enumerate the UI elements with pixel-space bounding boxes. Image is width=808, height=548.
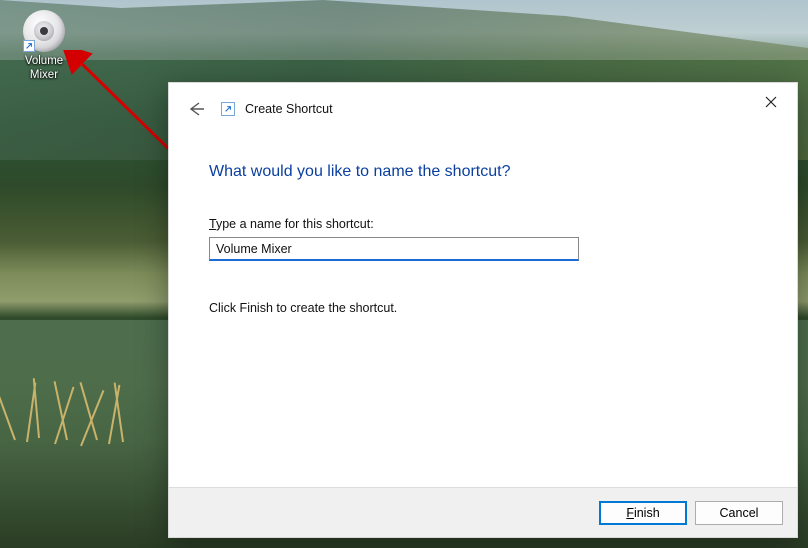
dialog-body: What would you like to name the shortcut…: [169, 135, 797, 487]
desktop-shortcut-volume-mixer[interactable]: Volume Mixer: [16, 10, 72, 82]
shortcut-name-label: Type a name for this shortcut:: [209, 217, 757, 231]
desktop: Volume Mixer Create Shortcut What would: [0, 0, 808, 548]
finish-button[interactable]: Finish: [599, 501, 687, 525]
shortcut-arrow-overlay-icon: [23, 40, 35, 52]
dialog-help-text: Click Finish to create the shortcut.: [209, 301, 757, 315]
close-button[interactable]: [751, 87, 791, 117]
dialog-footer: Finish Cancel: [169, 487, 797, 537]
dialog-title: Create Shortcut: [245, 102, 333, 116]
cancel-button[interactable]: Cancel: [695, 501, 783, 525]
desktop-shortcut-label: Volume Mixer: [25, 54, 63, 82]
dialog-header: Create Shortcut: [169, 83, 797, 135]
create-shortcut-dialog: Create Shortcut What would you like to n…: [168, 82, 798, 538]
back-button[interactable]: [187, 99, 207, 119]
volume-speaker-icon: [23, 10, 65, 52]
shortcut-title-icon: [221, 102, 235, 116]
dialog-heading: What would you like to name the shortcut…: [209, 163, 757, 181]
shortcut-name-input[interactable]: [209, 237, 579, 261]
